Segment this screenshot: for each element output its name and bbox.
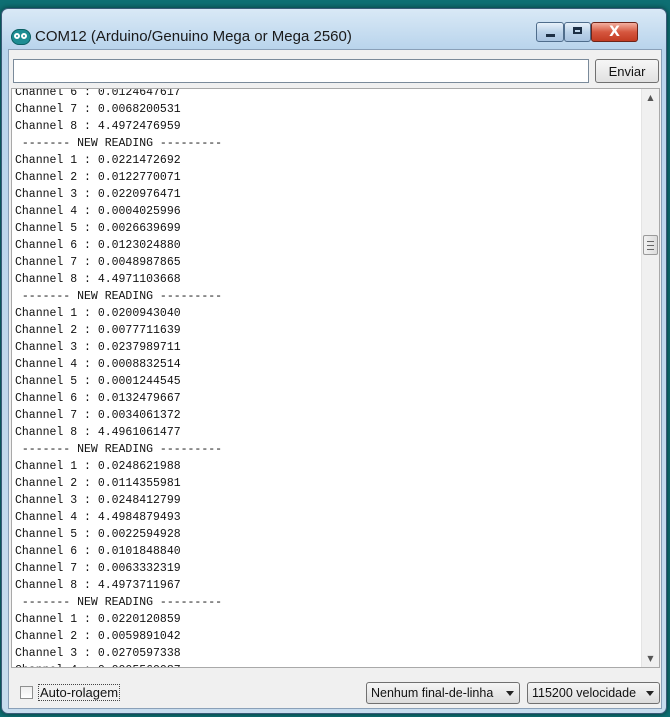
serial-line: ------- NEW READING ---------: [15, 290, 223, 303]
autoscroll-label[interactable]: Auto-rolagem: [38, 684, 121, 701]
minimize-icon: [545, 34, 555, 37]
serial-line: Channel 5 : 0.0022594928: [15, 528, 181, 541]
serial-line: Channel 2 : 0.0122770071: [15, 171, 181, 184]
serial-line: Channel 3 : 0.0270597338: [15, 647, 181, 660]
baud-rate-value: 115200 velocidade: [532, 686, 637, 700]
chevron-down-icon: [506, 691, 514, 696]
serial-log: Channel 6 : 0.0124647617 Channel 7 : 0.00…: [15, 88, 223, 667]
serial-line: Channel 7 : 0.0063332319: [15, 562, 181, 575]
serial-line: Channel 4 : 0.0004025996: [15, 205, 181, 218]
arduino-logo-icon: [11, 29, 31, 45]
serial-line: ------- NEW READING ---------: [15, 137, 223, 150]
serial-line: Channel 7 : 0.0034061372: [15, 409, 181, 422]
serial-monitor-window: COM12 (Arduino/Genuino Mega or Mega 2560…: [1, 8, 667, 714]
serial-line: Channel 5 : 0.0001244545: [15, 375, 181, 388]
serial-line: Channel 3 : 0.0220976471: [15, 188, 181, 201]
maximize-icon: [573, 27, 582, 34]
serial-line: Channel 8 : 4.4973711967: [15, 579, 181, 592]
serial-line: Channel 3 : 0.0237989711: [15, 341, 181, 354]
scroll-down-icon[interactable]: ▼: [642, 650, 659, 667]
bottom-bar: Auto-rolagem Nenhum final-de-linha 11520…: [9, 670, 661, 708]
serial-line: ------- NEW READING ---------: [15, 443, 223, 456]
maximize-button[interactable]: [564, 22, 591, 42]
serial-line: Channel 5 : 0.0026639699: [15, 222, 181, 235]
serial-line: Channel 7 : 0.0068200531: [15, 103, 181, 116]
title-bar[interactable]: COM12 (Arduino/Genuino Mega or Mega 2560…: [2, 9, 666, 49]
serial-line: Channel 1 : 0.0200943040: [15, 307, 181, 320]
serial-line: Channel 8 : 4.4972476959: [15, 120, 181, 133]
serial-line: Channel 4 : 0.0005560087: [15, 662, 222, 667]
serial-line: Channel 8 : 4.4971103668: [15, 273, 181, 286]
send-button[interactable]: Enviar: [595, 59, 659, 83]
serial-line: Channel 2 : 0.0077711639: [15, 324, 181, 337]
serial-line: Channel 7 : 0.0048987865: [15, 256, 181, 269]
send-input[interactable]: [13, 59, 589, 83]
window-content: Enviar Channel 6 : 0.0124647617 Channel 7…: [8, 49, 662, 709]
serial-line: Channel 6 : 0.0123024880: [15, 239, 181, 252]
serial-line: Channel 2 : 0.0114355981: [15, 477, 181, 490]
serial-line: Channel 8 : 4.4961061477: [15, 426, 181, 439]
serial-line: Channel 6 : 0.0124647617: [15, 88, 181, 99]
close-icon: X: [609, 24, 620, 40]
serial-line: Channel 3 : 0.0248412799: [15, 494, 181, 507]
baud-rate-select[interactable]: 115200 velocidade: [527, 682, 660, 704]
serial-line: Channel 1 : 0.0221472692: [15, 154, 181, 167]
autoscroll-checkbox[interactable]: [20, 686, 33, 699]
serial-line: Channel 1 : 0.0220120859: [15, 613, 181, 626]
close-button[interactable]: X: [591, 22, 638, 42]
serial-line: Channel 6 : 0.0132479667: [15, 392, 181, 405]
chevron-down-icon: [646, 691, 654, 696]
serial-line: ------- NEW READING ---------: [15, 596, 223, 609]
scrollbar-thumb[interactable]: [643, 235, 658, 255]
vertical-scrollbar[interactable]: ▲ ▼: [641, 89, 659, 667]
serial-line: Channel 6 : 0.0101848840: [15, 545, 181, 558]
minimize-button[interactable]: [536, 22, 564, 42]
line-ending-value: Nenhum final-de-linha: [371, 686, 494, 700]
serial-output-area[interactable]: Channel 6 : 0.0124647617 Channel 7 : 0.00…: [11, 88, 660, 668]
serial-line: Channel 4 : 0.0008832514: [15, 358, 181, 371]
serial-line: Channel 1 : 0.0248621988: [15, 460, 181, 473]
scroll-up-icon[interactable]: ▲: [642, 89, 659, 106]
window-title: COM12 (Arduino/Genuino Mega or Mega 2560…: [35, 28, 352, 45]
serial-line: Channel 2 : 0.0059891042: [15, 630, 181, 643]
serial-line: Channel 4 : 4.4984879493: [15, 511, 181, 524]
line-ending-select[interactable]: Nenhum final-de-linha: [366, 682, 520, 704]
